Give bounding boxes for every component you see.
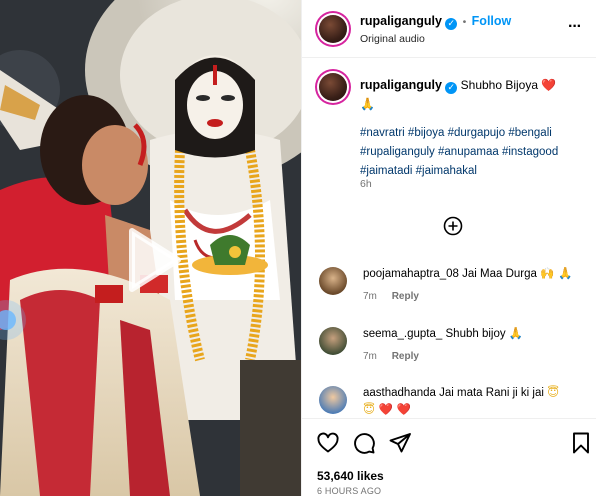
caption-username[interactable]: rupaliganguly: [360, 78, 442, 92]
play-icon[interactable]: [124, 225, 184, 295]
comment-item: poojamahaptra_08 Jai Maa Durga 🙌 🙏 7m Re…: [317, 265, 587, 309]
caption-text: Shubho Bijoya: [460, 78, 539, 92]
comment-item: aasthadhanda Jai mata Rani ji ki jai 😇 😇…: [317, 384, 587, 418]
comment-icon[interactable]: [352, 431, 376, 455]
caption-hashtags[interactable]: #navratri #bijoya #durgapujo #bengali #r…: [360, 124, 560, 181]
separator-dot: •: [462, 16, 467, 28]
comment-text: Jai Maa Durga: [462, 268, 537, 280]
comment-emoji: 😇: [547, 385, 560, 399]
commenter-avatar[interactable]: [319, 267, 347, 295]
post-time-ago: 6 HOURS AGO: [317, 486, 382, 496]
post-actions-bar: 53,640 likes 6 HOURS AGO: [302, 418, 596, 496]
comment-username[interactable]: poojamahaptra_08: [363, 268, 459, 280]
commenter-avatar[interactable]: [319, 327, 347, 355]
verified-badge-icon: ✓: [445, 18, 458, 30]
comment-emoji: 🙏: [508, 326, 524, 340]
comment-time: 7m: [363, 351, 377, 362]
post-side-panel: rupaliganguly ✓ • Follow Original audio …: [301, 0, 596, 496]
bookmark-icon[interactable]: [569, 431, 593, 455]
reply-button[interactable]: Reply: [392, 291, 419, 302]
heart-emoji: ❤️: [541, 78, 557, 92]
post-video[interactable]: [0, 0, 301, 496]
comment-text: Shubh bijoy: [445, 328, 506, 340]
comment-emoji-line2: 😇 ❤️ ❤️: [363, 402, 411, 416]
comment-text: Jai mata Rani ji ki jai: [439, 387, 544, 399]
follow-button[interactable]: Follow: [472, 14, 512, 28]
likes-count[interactable]: 53,640 likes: [317, 469, 384, 483]
more-options-icon[interactable]: ···: [568, 18, 582, 36]
comment-username[interactable]: aasthadhanda: [363, 387, 436, 399]
heart-outline-icon[interactable]: [316, 431, 340, 455]
author-username[interactable]: rupaliganguly: [360, 14, 442, 28]
comment-username[interactable]: seema_.gupta_: [363, 328, 442, 340]
verified-badge-icon: ✓: [445, 82, 458, 94]
send-icon[interactable]: [388, 431, 412, 455]
commenter-avatar[interactable]: [319, 386, 347, 414]
caption-avatar[interactable]: [319, 73, 347, 101]
comment-emoji: 🙌 🙏: [540, 266, 573, 280]
add-circle-icon[interactable]: [443, 216, 463, 236]
pray-emoji: 🙏: [360, 97, 375, 111]
comment-item: seema_.gupta_ Shubh bijoy 🙏 7m Reply: [317, 325, 587, 369]
author-avatar[interactable]: [319, 15, 347, 43]
audio-label[interactable]: Original audio: [360, 33, 425, 45]
reply-button[interactable]: Reply: [392, 351, 419, 362]
post-header: rupaliganguly ✓ • Follow Original audio …: [302, 0, 596, 58]
comment-time: 7m: [363, 291, 377, 302]
caption-time: 6h: [360, 178, 372, 190]
